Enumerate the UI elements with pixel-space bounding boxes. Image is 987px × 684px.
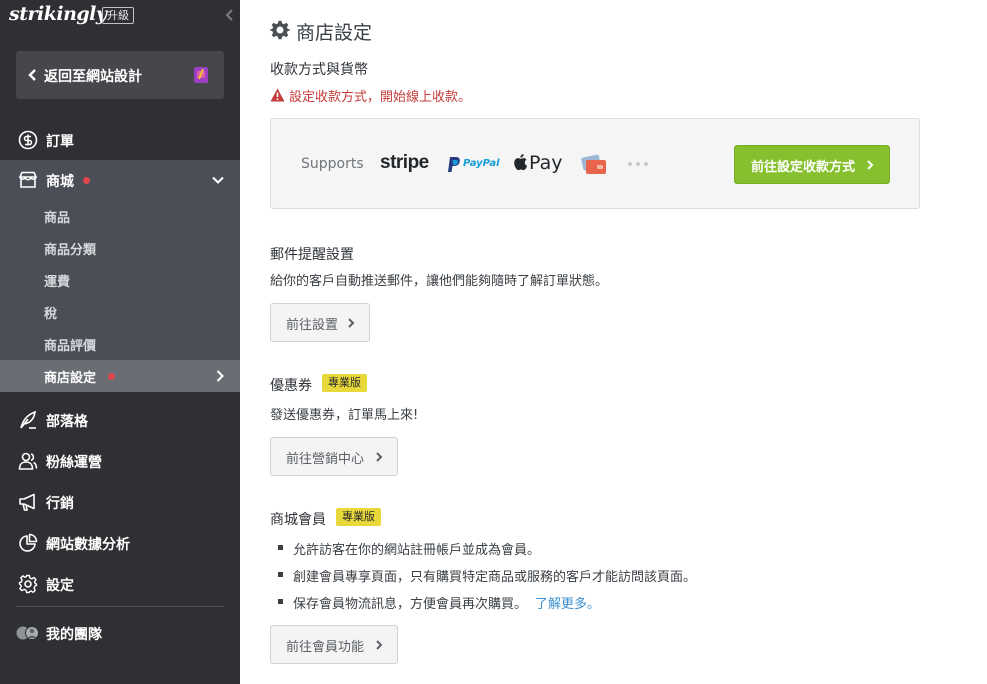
bullet-marker xyxy=(278,572,283,577)
sub-label-reviews: 商品評價 xyxy=(44,339,97,354)
coupon-heading: 優惠券 xyxy=(270,378,312,394)
quill-icon xyxy=(20,410,36,429)
gear-icon xyxy=(18,574,38,594)
sub-item-reviews[interactable]: 商品評價 xyxy=(0,328,240,360)
team-avatars-icon xyxy=(16,626,39,640)
nav-label-store: 商城 xyxy=(46,174,74,190)
email-heading: 郵件提醒設置 xyxy=(270,247,354,263)
users-icon xyxy=(18,452,38,470)
chevron-left-icon xyxy=(28,69,36,81)
brand-row: strikingly 升級 xyxy=(0,0,240,32)
site-thumbnail-icon xyxy=(194,67,208,83)
collapse-sidebar-icon[interactable] xyxy=(224,7,236,23)
sub-label-store-settings: 商店設定 xyxy=(44,371,97,386)
dollar-circle-icon xyxy=(18,130,38,150)
warning-triangle-icon xyxy=(270,88,285,102)
sidebar: strikingly 升級 返回至網站設計 訂單 商城 商品 商品分類 運費 稅… xyxy=(0,0,240,684)
learn-more-link[interactable]: 了解更多。 xyxy=(535,597,600,612)
back-button-label: 返回至網站設計 xyxy=(44,69,142,85)
chevron-down-icon xyxy=(212,176,224,184)
payment-warning-text: 設定收款方式，開始線上收款。 xyxy=(289,90,472,105)
membership-pro-badge: 專業版 xyxy=(336,508,381,526)
nav-label-marketing: 行銷 xyxy=(46,496,74,512)
email-settings-button[interactable]: 前往設置 xyxy=(270,303,370,342)
membership-bullet-text: 保存會員物流訊息，方便會員再次購買。 了解更多。 xyxy=(293,593,600,612)
nav-item-fans[interactable]: 粉絲運營 xyxy=(0,441,240,481)
chevron-right-icon xyxy=(376,640,383,650)
nav-label-fans: 粉絲運營 xyxy=(46,455,102,471)
nav-label-team: 我的團隊 xyxy=(46,627,102,643)
storefront-icon xyxy=(18,171,38,188)
chevron-right-icon xyxy=(348,318,355,328)
nav-item-team[interactable]: 我的團隊 xyxy=(0,613,240,653)
coupon-pro-badge: 專業版 xyxy=(322,374,367,392)
upgrade-button[interactable]: 升級 xyxy=(102,7,134,24)
membership-heading: 商城會員 xyxy=(270,512,326,528)
apple-icon xyxy=(514,154,528,171)
payment-methods-box: Supports stripe PayPal Pay 前往設定收款方式 xyxy=(270,118,920,209)
chevron-right-icon xyxy=(376,452,383,462)
paypal-p-icon xyxy=(448,157,460,172)
marketing-center-button[interactable]: 前往營銷中心 xyxy=(270,437,398,476)
sub-label-tax: 稅 xyxy=(44,307,58,322)
nav-item-blog[interactable]: 部落格 xyxy=(0,400,240,440)
sub-item-products[interactable]: 商品 xyxy=(0,200,240,232)
gear-icon xyxy=(270,20,290,40)
nav-item-store[interactable]: 商城 xyxy=(0,160,240,200)
payment-heading: 收款方式與貨幣 xyxy=(270,62,368,78)
sidebar-divider xyxy=(16,606,224,607)
email-description: 給你的客戶自動推送郵件，讓他們能夠隨時了解訂單狀態。 xyxy=(270,274,609,289)
sub-item-store-settings[interactable]: 商店設定 xyxy=(0,360,240,392)
nav-label-orders: 訂單 xyxy=(46,134,74,150)
store-alert-dot xyxy=(83,177,90,184)
nav-item-settings[interactable]: 設定 xyxy=(0,564,240,604)
store-nav-group: 商城 商品 商品分類 運費 稅 商品評價 商店設定 xyxy=(0,160,240,392)
store-settings-alert-dot xyxy=(108,373,115,380)
stripe-logo: stripe xyxy=(380,152,429,173)
pie-chart-icon xyxy=(19,533,38,552)
nav-label-analytics: 網站數據分析 xyxy=(46,537,130,553)
nav-label-blog: 部落格 xyxy=(46,414,88,430)
marketing-center-button-label: 前往營銷中心 xyxy=(286,452,365,467)
nav-item-orders[interactable]: 訂單 xyxy=(0,120,240,160)
megaphone-icon xyxy=(19,493,35,511)
setup-payment-button[interactable]: 前往設定收款方式 xyxy=(734,145,890,184)
main-content: 商店設定 收款方式與貨幣 設定收款方式，開始線上收款。 Supports str… xyxy=(240,0,987,684)
apple-pay-logo: Pay xyxy=(513,151,565,175)
apple-pay-wordmark: Pay xyxy=(529,152,563,174)
sub-item-tax[interactable]: 稅 xyxy=(0,296,240,328)
email-settings-button-label: 前往設置 xyxy=(286,318,339,333)
setup-payment-button-label: 前往設定收款方式 xyxy=(751,160,856,175)
sub-label-products: 商品 xyxy=(44,211,71,226)
sub-label-shipping: 運費 xyxy=(44,275,71,290)
page-title: 商店設定 xyxy=(296,22,373,44)
membership-bullet-text-content: 保存會員物流訊息，方便會員再次購買。 xyxy=(293,597,528,612)
sub-item-shipping[interactable]: 運費 xyxy=(0,264,240,296)
more-methods-icon xyxy=(628,162,648,166)
chevron-right-icon xyxy=(216,370,224,382)
supports-label: Supports xyxy=(301,156,364,172)
nav-item-analytics[interactable]: 網站數據分析 xyxy=(0,523,240,563)
membership-features-button-label: 前往會員功能 xyxy=(286,640,365,655)
back-to-site-editor-button[interactable]: 返回至網站設計 xyxy=(16,51,224,99)
bullet-marker xyxy=(278,545,283,550)
chevron-right-icon xyxy=(867,160,874,170)
bullet-marker xyxy=(278,599,283,604)
sub-label-categories: 商品分類 xyxy=(44,243,97,258)
strikingly-logo[interactable]: strikingly xyxy=(9,3,107,25)
credit-card-icon xyxy=(581,154,606,174)
sub-item-categories[interactable]: 商品分類 xyxy=(0,232,240,264)
membership-bullet-text: 創建會員專享頁面，只有購買特定商品或服務的客戶才能訪問該頁面。 xyxy=(293,570,697,585)
membership-bullet-text: 允許訪客在你的網站註冊帳戶並成為會員。 xyxy=(293,543,541,558)
coupon-description: 發送優惠券，訂單馬上來! xyxy=(270,408,419,423)
membership-features-button[interactable]: 前往會員功能 xyxy=(270,625,398,664)
paypal-logo: PayPal xyxy=(447,155,500,175)
nav-label-settings: 設定 xyxy=(46,578,74,594)
paypal-wordmark: PayPal xyxy=(463,158,500,169)
nav-item-marketing[interactable]: 行銷 xyxy=(0,482,240,522)
